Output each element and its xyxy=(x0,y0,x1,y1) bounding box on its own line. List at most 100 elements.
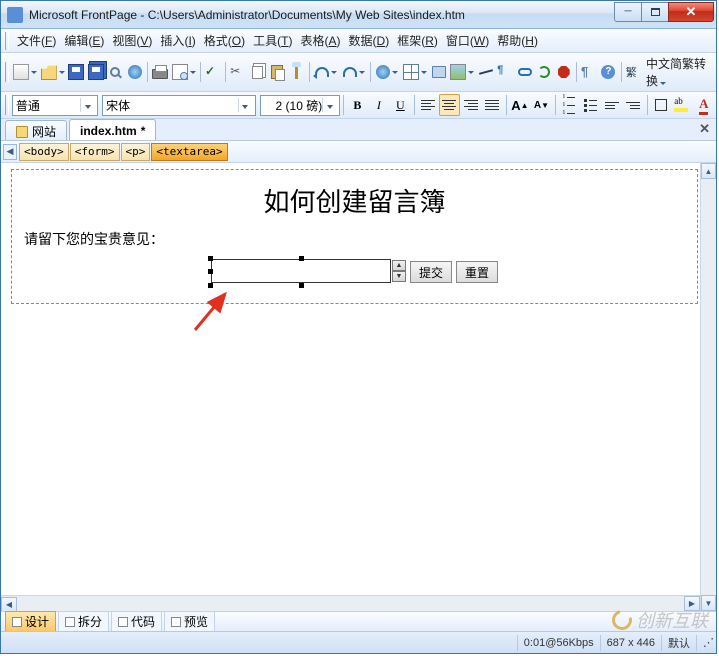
help-icon: ? xyxy=(601,65,615,79)
menu-view[interactable]: 视图(V) xyxy=(108,29,156,52)
paste-button[interactable] xyxy=(268,61,286,83)
saveall-button[interactable] xyxy=(87,61,105,83)
increase-font-button[interactable]: A▲ xyxy=(510,94,531,116)
menu-edit[interactable]: 编辑(E) xyxy=(60,29,108,52)
submit-button[interactable]: 提交 xyxy=(410,261,452,283)
decrease-font-button[interactable]: A▼ xyxy=(531,94,552,116)
bold-button[interactable]: B xyxy=(347,94,368,116)
menu-data[interactable]: 数据(D) xyxy=(345,29,394,52)
publish-button[interactable] xyxy=(125,61,143,83)
toolbar-handle[interactable] xyxy=(5,62,9,82)
outdent-button[interactable] xyxy=(602,94,623,116)
spelling-button[interactable]: ✓ xyxy=(204,61,222,83)
vertical-scrollbar[interactable]: ▲▼ xyxy=(700,163,716,611)
find-button[interactable] xyxy=(106,61,124,83)
webcomp-button[interactable] xyxy=(374,61,401,83)
textarea-selected[interactable]: ▲▼ xyxy=(211,259,406,285)
view-split[interactable]: 拆分 xyxy=(58,611,109,632)
save-button[interactable] xyxy=(67,61,85,83)
align-justify-button[interactable] xyxy=(482,94,503,116)
stop-icon xyxy=(558,66,570,78)
underline-button[interactable]: U xyxy=(390,94,411,116)
size-combo[interactable]: 2 (10 磅) xyxy=(260,95,341,116)
menu-window[interactable]: 窗口(W) xyxy=(442,29,493,52)
crumb-textarea[interactable]: <textarea> xyxy=(151,143,227,161)
copy-button[interactable] xyxy=(249,61,267,83)
toolbar-handle[interactable] xyxy=(5,32,9,50)
table-button[interactable] xyxy=(402,61,429,83)
textarea-field[interactable] xyxy=(211,259,391,283)
menu-insert[interactable]: 插入(I) xyxy=(156,29,199,52)
view-preview[interactable]: 预览 xyxy=(164,611,215,632)
bullet-list-button[interactable] xyxy=(580,94,601,116)
hyperlink-button[interactable] xyxy=(516,61,534,83)
menu-tools[interactable]: 工具(T) xyxy=(249,29,296,52)
indent-button[interactable] xyxy=(623,94,644,116)
italic-button[interactable]: I xyxy=(369,94,390,116)
drawing-button[interactable] xyxy=(477,61,495,83)
menu-help[interactable]: 帮助(H) xyxy=(493,29,542,52)
cut-icon: ✂ xyxy=(230,64,246,80)
status-resize-grip[interactable]: ⋰ xyxy=(696,635,710,651)
code-icon xyxy=(118,617,128,627)
font-combo[interactable]: 宋体 xyxy=(102,95,255,116)
design-icon xyxy=(12,617,22,627)
crumb-body[interactable]: <body> xyxy=(19,143,69,161)
crumb-prev-button[interactable]: ◀ xyxy=(3,144,17,160)
standard-toolbar: ✓ ✂ ¶ ¶ ? 繁 中文简繁转换 xyxy=(1,53,716,92)
refresh-button[interactable] xyxy=(535,61,553,83)
menu-frame[interactable]: 框架(R) xyxy=(393,29,442,52)
show-para-button[interactable]: ¶ xyxy=(580,61,598,83)
align-center-button[interactable] xyxy=(439,94,460,116)
cjk-icon-button[interactable]: 繁 xyxy=(625,61,643,83)
horizontal-scrollbar[interactable]: ◀▶ xyxy=(1,595,700,611)
view-design[interactable]: 设计 xyxy=(5,611,56,632)
tab-index[interactable]: index.htm* xyxy=(69,119,156,140)
cut-button[interactable]: ✂ xyxy=(229,61,247,83)
view-code[interactable]: 代码 xyxy=(111,611,162,632)
font-color-button[interactable]: A xyxy=(694,94,715,116)
crumb-form[interactable]: <form> xyxy=(70,143,120,161)
tab-website[interactable]: 网站 xyxy=(5,120,67,140)
format-painter-button[interactable] xyxy=(287,61,305,83)
textarea-spinner[interactable]: ▲▼ xyxy=(392,260,406,282)
reset-button[interactable]: 重置 xyxy=(456,261,498,283)
open-button[interactable] xyxy=(39,61,66,83)
maximize-button[interactable] xyxy=(641,2,669,22)
tab-close-button[interactable]: ✕ xyxy=(699,121,710,137)
undo-button[interactable] xyxy=(313,61,340,83)
menu-table[interactable]: 表格(A) xyxy=(297,29,345,52)
menu-format[interactable]: 格式(O) xyxy=(200,29,249,52)
border-button[interactable] xyxy=(651,94,672,116)
redo-button[interactable] xyxy=(340,61,367,83)
align-left-button[interactable] xyxy=(418,94,439,116)
print-button[interactable] xyxy=(151,61,169,83)
paste-icon xyxy=(271,65,283,79)
menu-bar: 文件(F) 编辑(E) 视图(V) 插入(I) 格式(O) 工具(T) 表格(A… xyxy=(1,29,716,53)
help-button[interactable]: ? xyxy=(599,61,617,83)
close-button[interactable]: ✕ xyxy=(668,2,714,22)
numbered-list-button[interactable] xyxy=(559,94,580,116)
preview-button[interactable] xyxy=(170,61,197,83)
chevron-down-icon xyxy=(238,98,252,112)
design-editor[interactable]: 如何创建留言簿 请留下您的宝贵意见： ▲▼ 提交 重置 xyxy=(1,163,716,611)
minimize-button[interactable]: ─ xyxy=(614,2,642,22)
menu-file[interactable]: 文件(F) xyxy=(13,29,60,52)
cjk-convert-button[interactable]: 中文简繁转换 xyxy=(644,55,714,89)
toolbar-handle[interactable] xyxy=(5,95,9,115)
copy-icon xyxy=(252,66,263,79)
picture-button[interactable] xyxy=(449,61,476,83)
insert-button[interactable]: ¶ xyxy=(496,61,514,83)
open-icon xyxy=(41,64,57,80)
new-button[interactable] xyxy=(12,61,39,83)
style-combo[interactable]: 普通 xyxy=(12,95,98,116)
page-heading[interactable]: 如何创建留言簿 xyxy=(24,176,685,229)
table-icon xyxy=(403,64,419,80)
align-right-button[interactable] xyxy=(461,94,482,116)
crumb-p[interactable]: <p> xyxy=(121,143,151,161)
layer-button[interactable] xyxy=(429,61,447,83)
prompt-label[interactable]: 请留下您的宝贵意见： xyxy=(24,229,685,249)
stop-button[interactable] xyxy=(554,61,572,83)
highlight-button[interactable] xyxy=(672,94,693,116)
print-icon xyxy=(152,69,168,79)
